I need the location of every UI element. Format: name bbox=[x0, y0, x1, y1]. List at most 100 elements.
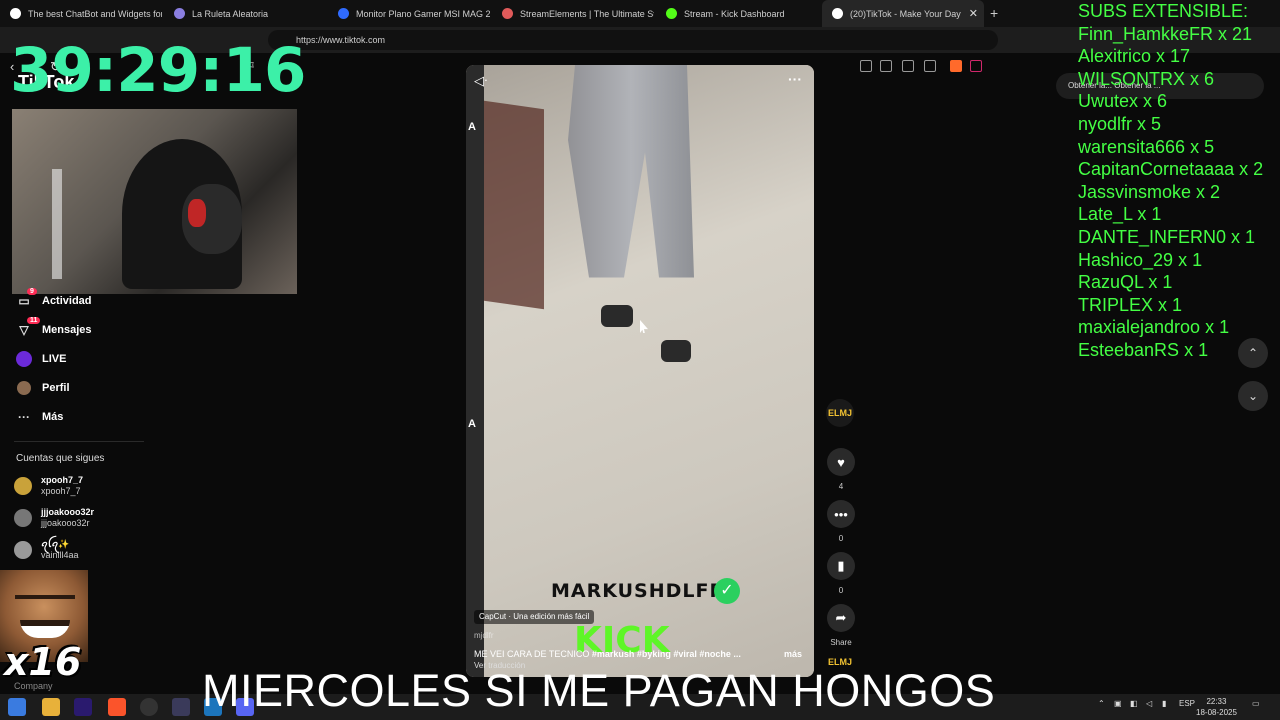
live-icon bbox=[16, 351, 32, 367]
translate-icon[interactable] bbox=[902, 60, 914, 72]
video-author[interactable]: mjdlfr bbox=[474, 631, 494, 640]
obs-icon[interactable] bbox=[140, 698, 158, 716]
activity-icon: ▭ 9 bbox=[16, 288, 37, 309]
sidebar-item-label: Más bbox=[42, 411, 64, 423]
tab-chatbot[interactable]: The best ChatBot and Widgets for Ki bbox=[0, 0, 162, 27]
divider bbox=[14, 441, 144, 442]
avatar bbox=[14, 509, 32, 527]
comment-icon[interactable]: ••• bbox=[827, 500, 855, 528]
subs-entry: Finn_HamkkeFR x 21 bbox=[1078, 23, 1253, 44]
share-icon[interactable]: ➦ bbox=[827, 604, 855, 632]
webcam-feed bbox=[12, 109, 297, 294]
heart-icon[interactable]: ♥ bbox=[827, 448, 855, 476]
following-names: jjjoakooo32r jjjoakooo32r bbox=[41, 507, 94, 529]
subs-title: SUBS EXTENSIBLE: bbox=[1078, 1, 1249, 21]
video-shoe bbox=[601, 305, 633, 327]
meme-multiplier: x16 bbox=[4, 640, 82, 684]
more-icon: ··· bbox=[18, 410, 30, 424]
brave-rewards-icon[interactable] bbox=[970, 60, 982, 72]
language-indicator[interactable]: ESP bbox=[1179, 699, 1195, 708]
tab-kick-dashboard[interactable]: Stream - Kick Dashboard bbox=[656, 0, 818, 27]
following-names: ꪖꪶꪖ✨ vainill4aa bbox=[41, 539, 79, 561]
headphones bbox=[188, 199, 206, 227]
close-tab-icon[interactable]: ✕ bbox=[969, 7, 978, 20]
share-icon[interactable] bbox=[924, 60, 936, 72]
url-text: https://www.tiktok.com bbox=[296, 35, 386, 45]
clock[interactable]: 22:33 18-08-2025 bbox=[1196, 696, 1237, 718]
next-video-button[interactable]: ⌄ bbox=[1238, 381, 1268, 411]
sound-icon[interactable]: ◁ᐧ bbox=[474, 73, 487, 89]
subs-entry: Late_L x 1 bbox=[1078, 204, 1162, 225]
more-link[interactable]: más bbox=[784, 649, 802, 659]
video-watermark: MARKUSHDLFR bbox=[551, 580, 726, 602]
following-handle: jjjoakooo32r bbox=[41, 518, 90, 528]
sidebar-item-mas[interactable]: ··· Más bbox=[16, 409, 63, 425]
like-action[interactable]: ♥ 4 bbox=[826, 448, 856, 491]
video-left-strip bbox=[466, 65, 484, 677]
microphone-icon[interactable]: ▮ bbox=[1162, 699, 1166, 708]
like-count: 4 bbox=[838, 482, 844, 491]
side-letter: A bbox=[468, 418, 476, 430]
premiere-icon[interactable] bbox=[74, 698, 92, 716]
sidebar-item-label: Actividad bbox=[42, 295, 92, 307]
tab-favicon-icon bbox=[502, 8, 513, 19]
video-description: ME VEI CARA DE TECNICO #markush #byking … bbox=[474, 649, 741, 659]
chevron-up-icon[interactable]: ⌃ bbox=[1098, 699, 1105, 708]
background-object bbox=[52, 169, 62, 279]
url-input[interactable]: https://www.tiktok.com bbox=[268, 30, 998, 50]
tab-tiktok[interactable]: (20)TikTok - Make Your Day ✕ bbox=[822, 0, 984, 27]
video-shoe bbox=[661, 340, 691, 362]
tab-monitor[interactable]: Monitor Plano Gamer MSI MAG 274f bbox=[328, 0, 490, 27]
tray-icon[interactable]: ▣ bbox=[1114, 699, 1122, 708]
profile-icon bbox=[16, 380, 32, 396]
subs-entry: Jassvinsmoke x 2 bbox=[1078, 181, 1221, 202]
following-item[interactable]: xpooh7_7 xpooh7_7 bbox=[14, 475, 83, 497]
tab-streamelements[interactable]: StreamElements | The Ultimate Strea bbox=[492, 0, 654, 27]
extension-icon[interactable] bbox=[860, 60, 872, 72]
tab-favicon-icon bbox=[338, 8, 349, 19]
new-tab-button[interactable]: + bbox=[990, 5, 998, 21]
save-action[interactable]: ▮ 0 bbox=[826, 552, 856, 595]
notifications-icon[interactable]: ▭ bbox=[1252, 699, 1260, 708]
subs-entry: CapitanCornetaaaa x 2 bbox=[1078, 159, 1264, 180]
video-player[interactable]: A A ◁ᐧ ··· MARKUSHDLFR ✓ CapCut · Una ed… bbox=[466, 65, 814, 677]
video-mat bbox=[484, 100, 544, 310]
file-explorer-icon[interactable] bbox=[42, 698, 60, 716]
sidebar-item-mensajes[interactable]: ▽ 11 Mensajes bbox=[16, 317, 92, 338]
sidebar-item-label: Mensajes bbox=[42, 324, 92, 336]
creator-avatar[interactable]: ELMJ bbox=[826, 399, 854, 427]
live-circle bbox=[16, 351, 32, 367]
app-icon[interactable] bbox=[172, 698, 190, 716]
windows-start-icon[interactable] bbox=[8, 698, 26, 716]
following-handle: vainill4aa bbox=[41, 550, 79, 560]
tray-icon[interactable]: ◧ bbox=[1130, 699, 1138, 708]
brave-shield-icon[interactable] bbox=[950, 60, 962, 72]
tab-favicon-icon bbox=[174, 8, 185, 19]
sidebar-item-actividad[interactable]: ▭ 9 Actividad bbox=[16, 288, 92, 309]
volume-icon[interactable]: ◁ bbox=[1146, 699, 1152, 708]
save-count: 0 bbox=[838, 586, 844, 595]
following-names: xpooh7_7 xpooh7_7 bbox=[41, 475, 83, 497]
extension-icon[interactable] bbox=[880, 60, 892, 72]
hashtags[interactable]: #markush #byking #viral #noche ... bbox=[592, 649, 741, 659]
tab-label: (20)TikTok - Make Your Day bbox=[850, 8, 961, 19]
bookmark-icon[interactable]: ▮ bbox=[827, 552, 855, 580]
following-item[interactable]: ꪖꪶꪖ✨ vainill4aa bbox=[14, 539, 79, 561]
more-options-icon[interactable]: ··· bbox=[788, 71, 802, 87]
brave-icon[interactable] bbox=[108, 698, 126, 716]
verified-check-icon: ✓ bbox=[714, 578, 740, 604]
tab-label: The best ChatBot and Widgets for Ki bbox=[28, 8, 162, 19]
share-action[interactable]: ➦ Share bbox=[826, 604, 856, 647]
screen: The best ChatBot and Widgets for Ki La R… bbox=[0, 0, 1280, 720]
share-label: Share bbox=[830, 638, 852, 647]
following-name: jjjoakooo32r bbox=[41, 507, 95, 517]
avatar bbox=[14, 541, 32, 559]
sidebar-item-perfil[interactable]: Perfil bbox=[16, 380, 70, 396]
messages-glyph: ▽ bbox=[19, 323, 29, 337]
tab-label: La Ruleta Aleatoria bbox=[192, 8, 269, 19]
tab-ruleta[interactable]: La Ruleta Aleatoria bbox=[164, 0, 326, 27]
meme-mouth bbox=[20, 620, 70, 638]
sidebar-item-live[interactable]: LIVE bbox=[16, 351, 66, 367]
comment-action[interactable]: ••• 0 bbox=[826, 500, 856, 543]
following-item[interactable]: jjjoakooo32r jjjoakooo32r bbox=[14, 507, 94, 529]
